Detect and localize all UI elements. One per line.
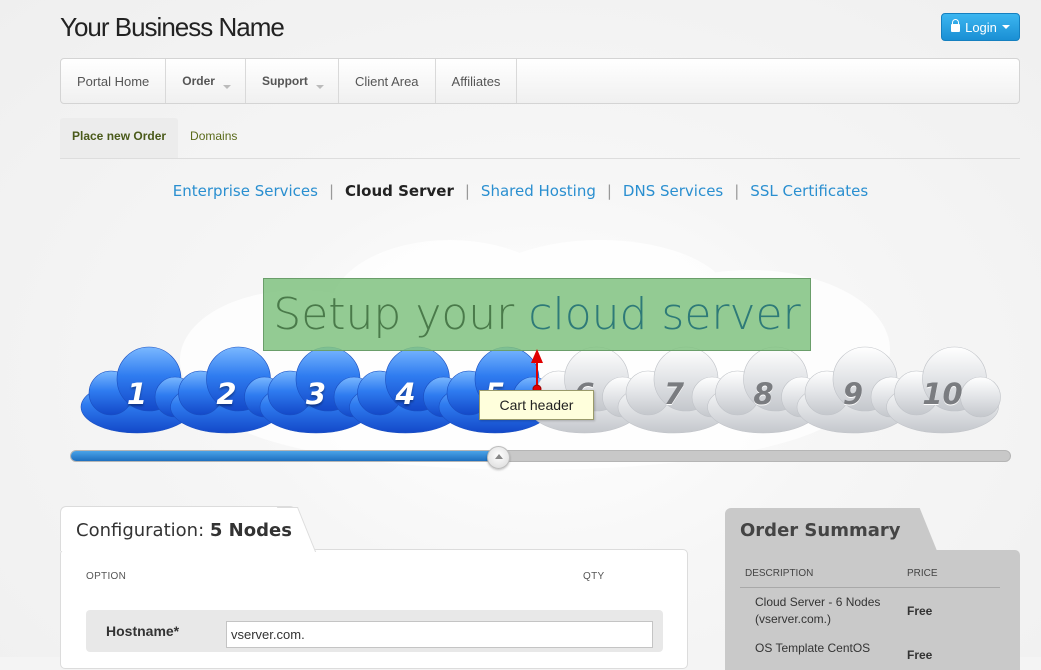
hostname-label: Hostname* — [106, 623, 180, 639]
node-slider-fill — [71, 451, 499, 461]
node-cloud-number: 9 — [842, 377, 864, 411]
summary-divider — [740, 587, 1000, 588]
configuration-title: Configuration: 5 Nodes — [76, 520, 292, 541]
banner-text-part2: cloud server — [528, 289, 801, 340]
node-cloud-number: 7 — [663, 377, 685, 411]
column-header-option: OPTION — [86, 571, 127, 582]
node-slider-track[interactable] — [70, 450, 1011, 462]
node-cloud-number: 3 — [305, 377, 327, 411]
summary-item-price: Free — [907, 604, 933, 618]
summary-item-line: Cloud Server - 6 Nodes — [755, 595, 881, 609]
node-cloud-number: 8 — [753, 377, 774, 411]
summary-item-line: OS Template CentOS — [755, 641, 871, 655]
summary-item-line: (vserver.com.) — [755, 612, 832, 626]
summary-item-description: Cloud Server - 6 Nodes (vserver.com.) — [755, 594, 880, 628]
order-summary-title: Order Summary — [740, 520, 901, 541]
summary-item-price: Free — [907, 648, 933, 662]
node-slider-handle[interactable] — [487, 446, 511, 469]
node-cloud-number: 2 — [216, 377, 237, 411]
annotation-tooltip: Cart header — [479, 390, 594, 420]
configuration-node-count: 5 Nodes — [209, 520, 292, 541]
node-cloud-number: 1 — [126, 377, 148, 411]
configuration-title-prefix: Configuration: — [76, 520, 205, 541]
setup-banner: Setup your cloud server — [263, 278, 811, 351]
banner-text-part1: Setup your — [273, 289, 515, 340]
summary-item-description: OS Template CentOS — [755, 640, 870, 657]
summary-header-price: PRICE — [907, 568, 938, 579]
summary-header-description: DESCRIPTION — [745, 568, 814, 579]
node-cloud-number: 10 — [922, 377, 963, 411]
node-cloud-number: 4 — [395, 377, 416, 411]
column-header-qty: QTY — [583, 571, 605, 582]
hostname-input[interactable] — [226, 621, 653, 648]
